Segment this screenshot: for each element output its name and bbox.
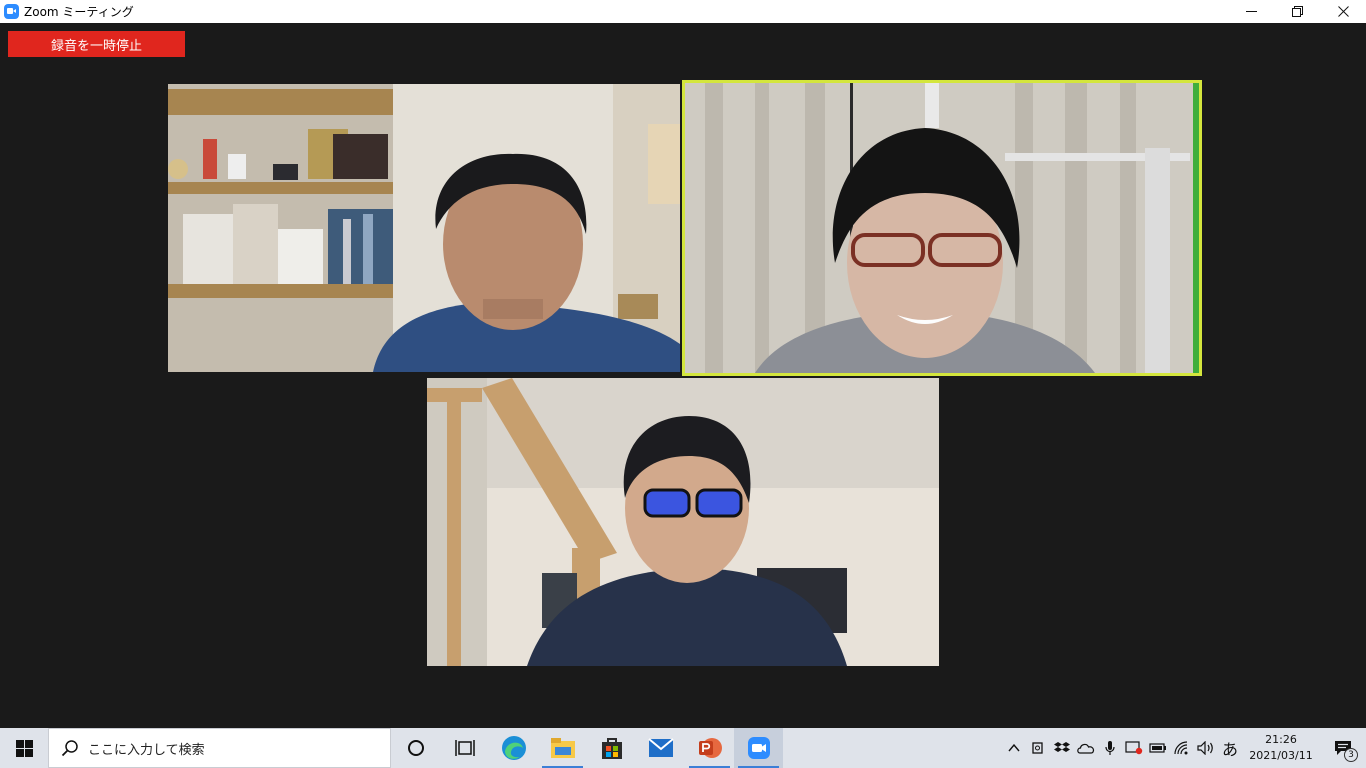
store-button[interactable]	[587, 728, 636, 768]
tray-camera-button[interactable]	[1026, 728, 1050, 768]
tray-volume-button[interactable]	[1194, 728, 1218, 768]
participant-video-2-frame	[685, 83, 1199, 373]
microphone-icon	[1105, 741, 1115, 755]
tray-microphone-button[interactable]	[1098, 728, 1122, 768]
participant-video-1[interactable]	[168, 84, 680, 372]
ime-mode-indicator[interactable]: あ	[1218, 728, 1242, 768]
participant-video-3[interactable]	[427, 378, 939, 666]
wifi-icon	[1174, 741, 1188, 755]
chevron-up-icon	[1008, 744, 1020, 752]
minimize-button[interactable]	[1228, 0, 1274, 23]
store-icon	[601, 738, 622, 759]
taskbar-pinned-apps	[391, 728, 783, 768]
tray-wifi-button[interactable]	[1170, 728, 1194, 768]
zoom-taskbar-button[interactable]	[734, 728, 783, 768]
zoom-icon	[747, 737, 770, 759]
zoom-app-icon	[4, 4, 19, 19]
edge-button[interactable]	[489, 728, 538, 768]
dropbox-icon	[1054, 742, 1070, 752]
tray-onedrive-button[interactable]	[1074, 728, 1098, 768]
tray-screen-record-button[interactable]	[1122, 728, 1146, 768]
speaker-icon	[1197, 741, 1213, 755]
window-title: Zoom ミーティング	[24, 5, 134, 19]
clock-time: 21:26	[1265, 733, 1297, 746]
show-hidden-icons-button[interactable]	[1002, 728, 1026, 768]
onedrive-cloud-icon	[1077, 743, 1095, 754]
system-tray: あ 21:26 2021/03/11 3	[1002, 728, 1366, 768]
title-bar: Zoom ミーティング	[0, 0, 1366, 23]
start-button[interactable]	[0, 728, 48, 768]
close-icon	[1337, 6, 1349, 17]
window-controls	[1228, 0, 1366, 23]
participant-video-2[interactable]	[682, 80, 1202, 376]
close-button[interactable]	[1320, 0, 1366, 23]
file-explorer-button[interactable]	[538, 728, 587, 768]
clock-date: 2021/03/11	[1249, 749, 1313, 762]
taskbar-clock[interactable]: 21:26 2021/03/11	[1242, 728, 1320, 768]
screen-record-icon	[1125, 741, 1143, 755]
mail-button[interactable]	[636, 728, 685, 768]
restore-icon	[1291, 6, 1303, 17]
tray-dropbox-button[interactable]	[1050, 728, 1074, 768]
edge-icon	[501, 736, 526, 760]
participant-video-3-frame	[427, 378, 939, 666]
battery-icon	[1149, 743, 1166, 753]
notification-count-badge: 3	[1344, 748, 1358, 762]
search-placeholder: ここに入力して検索	[88, 742, 205, 758]
taskbar-search-box[interactable]: ここに入力して検索	[48, 728, 391, 768]
powerpoint-button[interactable]	[685, 728, 734, 768]
participant-video-1-frame	[168, 84, 680, 372]
mail-icon	[647, 738, 674, 757]
action-center-button[interactable]: 3	[1320, 728, 1366, 768]
windows-logo-icon	[15, 739, 33, 757]
task-view-button[interactable]	[440, 728, 489, 768]
search-icon	[61, 740, 78, 757]
cortana-button[interactable]	[391, 728, 440, 768]
minimize-icon	[1245, 11, 1257, 12]
camera-icon	[1032, 742, 1043, 754]
powerpoint-icon	[698, 738, 722, 758]
restore-button[interactable]	[1274, 0, 1320, 23]
file-explorer-icon	[550, 738, 575, 758]
tray-battery-button[interactable]	[1146, 728, 1170, 768]
taskbar: ここに入力して検索 あ 21:26 2021/03/11 3	[0, 728, 1366, 768]
pause-recording-button[interactable]: 録音を一時停止	[8, 31, 185, 57]
cortana-icon	[407, 740, 424, 756]
task-view-icon	[454, 740, 475, 756]
